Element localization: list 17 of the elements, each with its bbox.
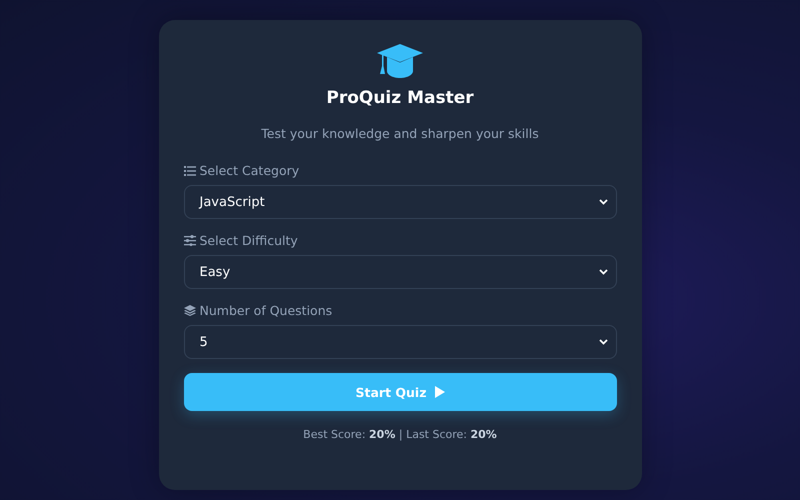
field-label: Number of Questions — [200, 303, 332, 318]
select-field[interactable]: Easy — [184, 255, 616, 289]
chevron-icon — [598, 199, 608, 205]
select-field[interactable]: JavaScript — [184, 185, 616, 219]
layers-icon — [184, 305, 196, 316]
chevron-icon — [598, 339, 608, 345]
graduation-cap-icon — [377, 44, 423, 78]
sliders-icon — [184, 235, 196, 246]
app-subtitle: Test your knowledge and sharpen your skills — [261, 126, 539, 141]
list-icon — [184, 166, 196, 176]
score-summary: Best Score: 20% | Last Score: 20% — [302, 428, 498, 441]
play-icon — [434, 386, 444, 398]
chevron-icon — [598, 269, 608, 275]
field-label: Select Category — [200, 163, 300, 178]
app-title: ProQuiz Master — [326, 88, 474, 108]
field-label: Select Difficulty — [200, 233, 298, 248]
select-field[interactable]: 5 — [184, 325, 616, 359]
